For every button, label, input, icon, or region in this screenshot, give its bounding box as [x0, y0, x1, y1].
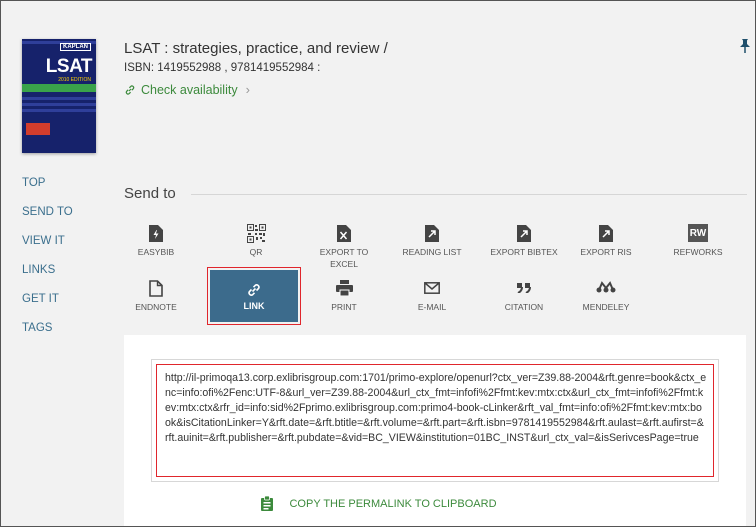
refworks-icon: RW: [688, 224, 708, 242]
action-label: ENDNOTE: [135, 302, 177, 312]
action-label: EXCEL: [330, 259, 358, 269]
action-label: EASYBIB: [137, 247, 175, 257]
cover-edition: 2010 EDITION: [58, 77, 91, 83]
copy-permalink-button[interactable]: COPY THE PERMALINK TO CLIPBOARD: [1, 496, 755, 511]
check-availability-label: Check availability: [141, 82, 238, 97]
permalink-url[interactable]: http://il-primoqa13.corp.exlibrisgroup.c…: [165, 371, 707, 446]
link-icon: [125, 84, 135, 95]
nav-item-top[interactable]: TOP: [22, 176, 73, 205]
clipboard-icon: [261, 496, 274, 511]
send-email-button[interactable]: E-MAIL: [396, 278, 468, 313]
send-print-button[interactable]: PRINT: [308, 278, 380, 313]
cover-strip: [22, 109, 96, 112]
action-label: MENDELEY: [582, 302, 630, 312]
action-label: EXPORT TO: [319, 247, 369, 257]
email-icon: [424, 282, 440, 294]
cover-title: LSAT: [45, 56, 93, 77]
excel-file-icon: [337, 224, 351, 242]
chevron-right-icon: ›: [245, 82, 250, 97]
action-label: PRINT: [331, 302, 357, 312]
action-label: EXPORT RIS: [580, 247, 632, 257]
reading-list-icon: [425, 224, 439, 242]
send-export-excel-button[interactable]: EXPORT TO EXCEL: [308, 223, 380, 270]
send-citation-button[interactable]: CITATION: [488, 278, 560, 313]
record-isbn: ISBN: 1419552988 , 9781419552984 :: [124, 62, 321, 74]
check-availability-link[interactable]: Check availability ›: [124, 82, 250, 97]
send-refworks-button[interactable]: RW REFWORKS: [662, 223, 734, 258]
document-bolt-icon: [149, 224, 163, 242]
nav-item-links[interactable]: LINKS: [22, 263, 73, 292]
mendeley-icon: [596, 281, 616, 293]
cover-strip: [22, 103, 96, 106]
cover-brand: KAPLAN: [60, 43, 91, 51]
cover-tag: [26, 123, 50, 135]
cover-band: [22, 84, 96, 92]
send-export-bibtex-button[interactable]: EXPORT BIBTEX: [488, 223, 560, 258]
send-to-divider: [191, 194, 747, 195]
send-to-heading: Send to: [124, 185, 176, 202]
printer-icon: [335, 280, 353, 296]
action-label: E-MAIL: [417, 302, 447, 312]
action-label: QR: [249, 247, 263, 257]
record-title[interactable]: LSAT : strategies, practice, and review …: [124, 40, 388, 57]
permalink-highlight: http://il-primoqa13.corp.exlibrisgroup.c…: [156, 364, 714, 477]
record-detail-frame: KAPLAN LSAT 2010 EDITION LSAT : strategi…: [0, 0, 756, 527]
export-ris-icon: [599, 224, 613, 242]
cover-strip: [22, 97, 96, 100]
send-endnote-button[interactable]: ENDNOTE: [120, 278, 192, 313]
link-icon: [248, 283, 260, 296]
book-cover-thumbnail[interactable]: KAPLAN LSAT 2010 EDITION: [22, 39, 96, 153]
send-export-ris-button[interactable]: EXPORT RIS: [570, 223, 642, 258]
qr-code-icon: [246, 223, 266, 243]
copy-permalink-label: COPY THE PERMALINK TO CLIPBOARD: [289, 497, 497, 510]
pin-icon[interactable]: [738, 38, 752, 54]
endnote-icon: [149, 279, 163, 297]
section-nav: TOP SEND TO VIEW IT LINKS GET IT TAGS: [22, 176, 73, 350]
permalink-box[interactable]: http://il-primoqa13.corp.exlibrisgroup.c…: [151, 359, 719, 482]
quote-icon: [517, 283, 531, 293]
nav-item-view-it[interactable]: VIEW IT: [22, 234, 73, 263]
send-qr-button[interactable]: QR: [220, 223, 292, 258]
nav-item-get-it[interactable]: GET IT: [22, 292, 73, 321]
action-label: CITATION: [504, 302, 544, 312]
send-link-button[interactable]: LINK: [207, 267, 301, 325]
send-mendeley-button[interactable]: MENDELEY: [570, 278, 642, 313]
send-easybib-button[interactable]: EASYBIB: [120, 223, 192, 258]
action-label: EXPORT BIBTEX: [490, 247, 558, 257]
nav-item-send-to[interactable]: SEND TO: [22, 205, 73, 234]
send-reading-list-button[interactable]: READING LIST: [396, 223, 468, 258]
action-label: LINK: [243, 300, 265, 311]
action-label: READING LIST: [402, 247, 462, 257]
export-bibtex-icon: [517, 224, 531, 242]
action-label: REFWORKS: [673, 247, 723, 257]
nav-item-tags[interactable]: TAGS: [22, 321, 73, 350]
